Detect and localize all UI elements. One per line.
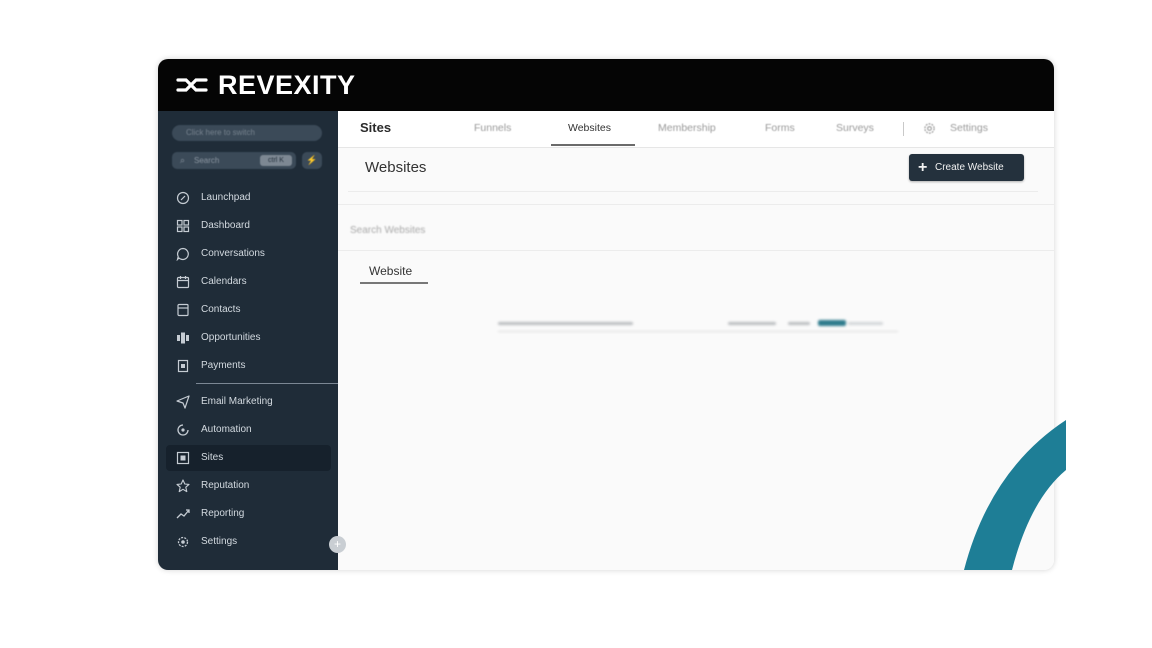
sidebar-collapse-button[interactable]: + — [329, 536, 346, 553]
quick-action-icon[interactable]: ⚡ — [302, 152, 322, 169]
create-website-label: Create Website — [935, 162, 1004, 173]
skeleton-bar — [848, 322, 883, 325]
sidebar-item-dashboard[interactable]: Dashboard — [166, 213, 331, 239]
tab-membership[interactable]: Membership — [658, 122, 716, 134]
sidebar-item-email-marketing[interactable]: Email Marketing — [166, 389, 331, 415]
sidebar-item-label: Settings — [201, 536, 238, 547]
sidebar-divider — [196, 383, 338, 384]
sidebar-item-payments[interactable]: Payments — [166, 353, 331, 379]
sidebar-item-label: Automation — [201, 424, 252, 435]
sidebar-item-conversations[interactable]: Conversations — [166, 241, 331, 267]
search-shortcut-badge: ctrl K — [260, 155, 292, 166]
contacts-icon — [177, 303, 189, 317]
trend-icon — [176, 509, 190, 519]
sidebar-item-label: Reporting — [201, 508, 245, 519]
skeleton-line — [498, 331, 898, 332]
sidebar-item-settings[interactable]: Settings — [166, 529, 331, 555]
chat-bubble-icon — [176, 247, 189, 261]
sidebar-item-label: Email Marketing — [201, 396, 273, 407]
search-icon: ⌕ — [180, 155, 186, 165]
website-tab-indicator — [360, 282, 428, 284]
app-window: REVEXITY Click here to switch ⌕ Search c… — [158, 59, 1054, 570]
sidebar-item-label: Launchpad — [201, 192, 251, 203]
top-nav: Sites Funnels Websites Membership Forms … — [338, 111, 1054, 148]
tab-forms[interactable]: Forms — [765, 122, 795, 134]
automation-icon — [177, 424, 189, 436]
brand-bar: REVEXITY — [158, 59, 1054, 111]
sidebar-item-label: Payments — [201, 360, 246, 371]
sidebar-item-label: Sites — [201, 452, 224, 463]
calendar-icon — [176, 276, 190, 289]
settings-gear-icon[interactable] — [923, 122, 936, 135]
payments-icon — [177, 359, 189, 373]
tab-separator — [903, 122, 904, 136]
logo-icon — [176, 78, 208, 92]
tab-website[interactable]: Website — [369, 264, 412, 278]
sidebar: Click here to switch ⌕ Search ctrl K ⚡ L… — [158, 111, 338, 570]
sidebar-search-label: Search — [194, 156, 220, 165]
gear-icon — [177, 536, 189, 548]
sidebar-item-sites[interactable]: Sites — [166, 445, 331, 471]
page-title: Websites — [365, 159, 427, 176]
sidebar-item-reputation[interactable]: Reputation — [166, 473, 331, 499]
loading-placeholder-row — [498, 314, 898, 332]
sidebar-item-reporting[interactable]: Reporting — [166, 501, 331, 527]
skeleton-bar — [728, 322, 776, 325]
sidebar-item-contacts[interactable]: Contacts — [166, 297, 331, 323]
sidebar-item-label: Opportunities — [201, 332, 261, 343]
skeleton-bar — [788, 322, 810, 325]
sidebar-search[interactable]: ⌕ Search ctrl K — [172, 152, 296, 169]
tab-websites[interactable]: Websites — [568, 122, 611, 134]
sidebar-item-label: Contacts — [201, 304, 241, 315]
search-websites-input[interactable] — [348, 214, 1042, 246]
sidebar-item-label: Calendars — [201, 276, 247, 287]
tab-funnels[interactable]: Funnels — [474, 122, 511, 134]
main-content: Sites Funnels Websites Membership Forms … — [338, 111, 1054, 570]
account-switcher[interactable]: Click here to switch — [172, 125, 322, 141]
create-website-button[interactable]: + Create Website — [909, 154, 1024, 181]
sidebar-item-label: Dashboard — [201, 220, 250, 231]
sidebar-item-label: Conversations — [201, 248, 265, 259]
send-icon — [176, 395, 190, 409]
sidebar-item-calendars[interactable]: Calendars — [166, 269, 331, 295]
brand-name: REVEXITY — [218, 70, 356, 100]
tab-surveys[interactable]: Surveys — [836, 122, 874, 134]
star-icon — [176, 479, 190, 493]
sidebar-item-launchpad[interactable]: Launchpad — [166, 185, 331, 211]
divider — [338, 250, 1054, 251]
sidebar-item-label: Reputation — [201, 480, 250, 491]
tab-settings[interactable]: Settings — [950, 122, 988, 134]
rocket-icon — [176, 191, 190, 205]
section-title: Sites — [360, 120, 392, 135]
sites-icon — [176, 451, 190, 465]
active-tab-indicator — [551, 144, 635, 146]
dashboard-icon — [176, 219, 190, 233]
sidebar-item-automation[interactable]: Automation — [166, 417, 331, 443]
skeleton-pill — [818, 320, 846, 326]
skeleton-bar — [498, 322, 633, 325]
plus-icon: + — [918, 159, 928, 176]
divider — [348, 191, 1038, 192]
opportunities-icon — [177, 332, 189, 344]
divider — [338, 204, 1054, 205]
sidebar-item-opportunities[interactable]: Opportunities — [166, 325, 331, 351]
